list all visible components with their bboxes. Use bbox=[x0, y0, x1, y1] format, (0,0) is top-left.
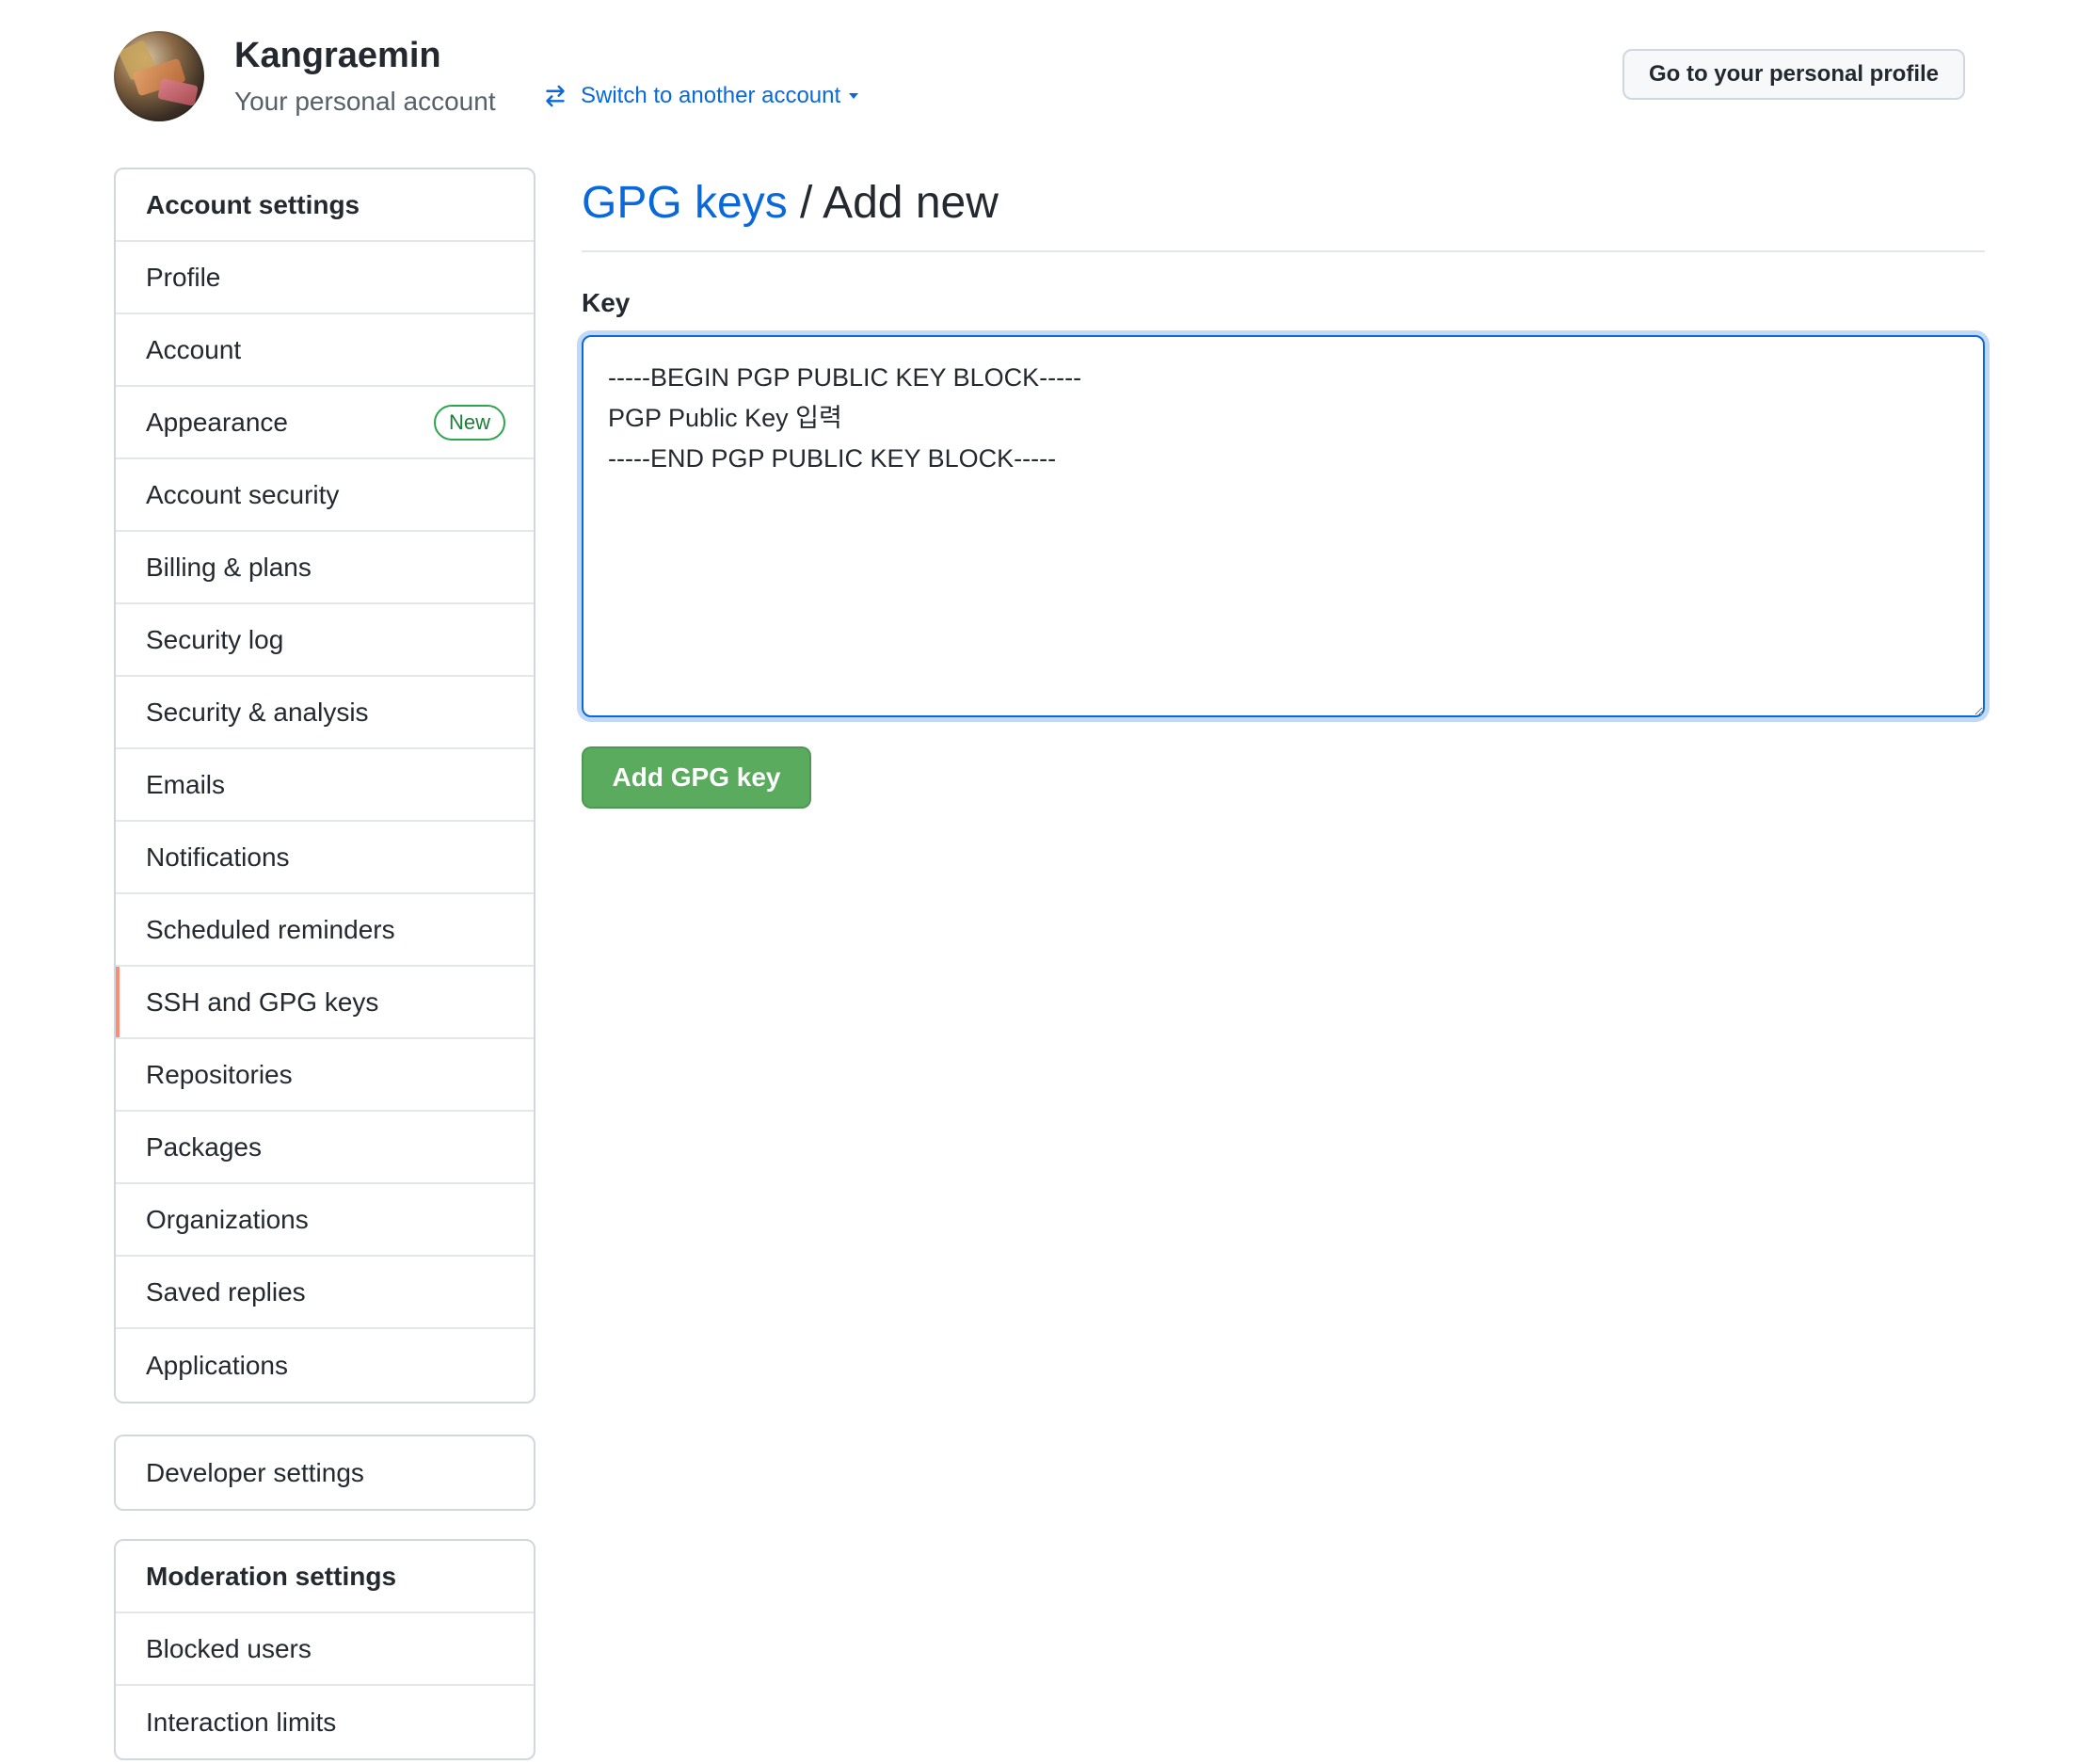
account-settings-heading: Account settings bbox=[116, 169, 534, 242]
go-to-profile-button[interactable]: Go to your personal profile bbox=[1622, 49, 1965, 100]
sidebar-item-label: Scheduled reminders bbox=[146, 914, 395, 944]
sidebar-item-blocked-users[interactable]: Blocked users bbox=[116, 1613, 534, 1686]
breadcrumb-separator: / bbox=[787, 178, 823, 228]
sidebar-item-emails[interactable]: Emails bbox=[116, 749, 534, 822]
sidebar-item-label: Emails bbox=[146, 769, 226, 799]
sidebar-item-label: Interaction limits bbox=[146, 1707, 337, 1737]
account-header: Kangraemin Your personal account Switch … bbox=[114, 28, 1965, 122]
breadcrumb-current: Add new bbox=[823, 178, 999, 228]
sidebar-item-label: Organizations bbox=[146, 1204, 309, 1234]
sidebar-item-appearance[interactable]: Appearance New bbox=[116, 387, 534, 459]
sidebar-item-label: Security log bbox=[146, 624, 284, 654]
gpg-key-textarea[interactable]: -----BEGIN PGP PUBLIC KEY BLOCK----- PGP… bbox=[582, 335, 1985, 717]
sidebar-item-saved-replies[interactable]: Saved replies bbox=[116, 1257, 534, 1329]
sidebar-item-label: Packages bbox=[146, 1131, 262, 1162]
new-badge: New bbox=[433, 404, 505, 441]
sidebar-item-interaction-limits[interactable]: Interaction limits bbox=[116, 1686, 534, 1758]
moderation-settings-heading: Moderation settings bbox=[116, 1541, 534, 1613]
sidebar-item-ssh-gpg-keys[interactable]: SSH and GPG keys bbox=[116, 967, 534, 1039]
sidebar-item-profile[interactable]: Profile bbox=[116, 242, 534, 314]
sidebar-item-label: Repositories bbox=[146, 1059, 293, 1089]
sidebar-item-organizations[interactable]: Organizations bbox=[116, 1184, 534, 1257]
account-type-label: Your personal account bbox=[234, 87, 496, 116]
sidebar-item-account-security[interactable]: Account security bbox=[116, 459, 534, 532]
title-divider bbox=[582, 250, 1985, 252]
sidebar-item-applications[interactable]: Applications bbox=[116, 1329, 534, 1402]
avatar[interactable] bbox=[114, 31, 204, 121]
sidebar-item-billing[interactable]: Billing & plans bbox=[116, 532, 534, 604]
page-title: GPG keys / Add new bbox=[582, 175, 999, 232]
sidebar-item-label: Notifications bbox=[146, 842, 290, 872]
switch-account-label: Switch to another account bbox=[581, 83, 841, 108]
add-gpg-key-button[interactable]: Add GPG key bbox=[582, 746, 811, 809]
arrow-switch-icon bbox=[546, 85, 565, 107]
sidebar-item-account[interactable]: Account bbox=[116, 314, 534, 387]
sidebar-item-label: Applications bbox=[146, 1350, 288, 1380]
sidebar-item-label: Developer settings bbox=[146, 1457, 364, 1487]
account-settings-menu: Account settings Profile Account Appeara… bbox=[114, 168, 535, 1403]
sidebar-item-label: Account security bbox=[146, 479, 340, 509]
sidebar-item-packages[interactable]: Packages bbox=[116, 1112, 534, 1184]
sidebar-item-developer-settings[interactable]: Developer settings bbox=[116, 1436, 534, 1509]
sidebar-item-label: Security & analysis bbox=[146, 697, 369, 727]
sidebar-item-label: Saved replies bbox=[146, 1276, 306, 1307]
user-name: Kangraemin bbox=[234, 36, 441, 75]
sidebar-item-scheduled-reminders[interactable]: Scheduled reminders bbox=[116, 894, 534, 967]
developer-settings-menu: Developer settings bbox=[114, 1435, 535, 1511]
sidebar-item-label: Account bbox=[146, 334, 242, 364]
moderation-settings-menu: Moderation settings Blocked users Intera… bbox=[114, 1539, 535, 1760]
switch-account-link[interactable]: Switch to another account bbox=[543, 83, 861, 109]
sidebar-item-label: Profile bbox=[146, 262, 221, 292]
sidebar-item-security-log[interactable]: Security log bbox=[116, 604, 534, 677]
sidebar-item-label: Blocked users bbox=[146, 1633, 312, 1663]
sidebar-item-label: Billing & plans bbox=[146, 552, 312, 582]
key-field-label: Key bbox=[582, 288, 631, 317]
breadcrumb-gpg-keys-link[interactable]: GPG keys bbox=[582, 178, 788, 228]
sidebar-item-label: Appearance bbox=[146, 407, 289, 437]
sidebar-item-notifications[interactable]: Notifications bbox=[116, 822, 534, 894]
sidebar-item-repositories[interactable]: Repositories bbox=[116, 1039, 534, 1112]
sidebar-item-security-analysis[interactable]: Security & analysis bbox=[116, 677, 534, 749]
sidebar-item-label: SSH and GPG keys bbox=[146, 986, 379, 1017]
triangle-down-icon bbox=[849, 93, 859, 99]
